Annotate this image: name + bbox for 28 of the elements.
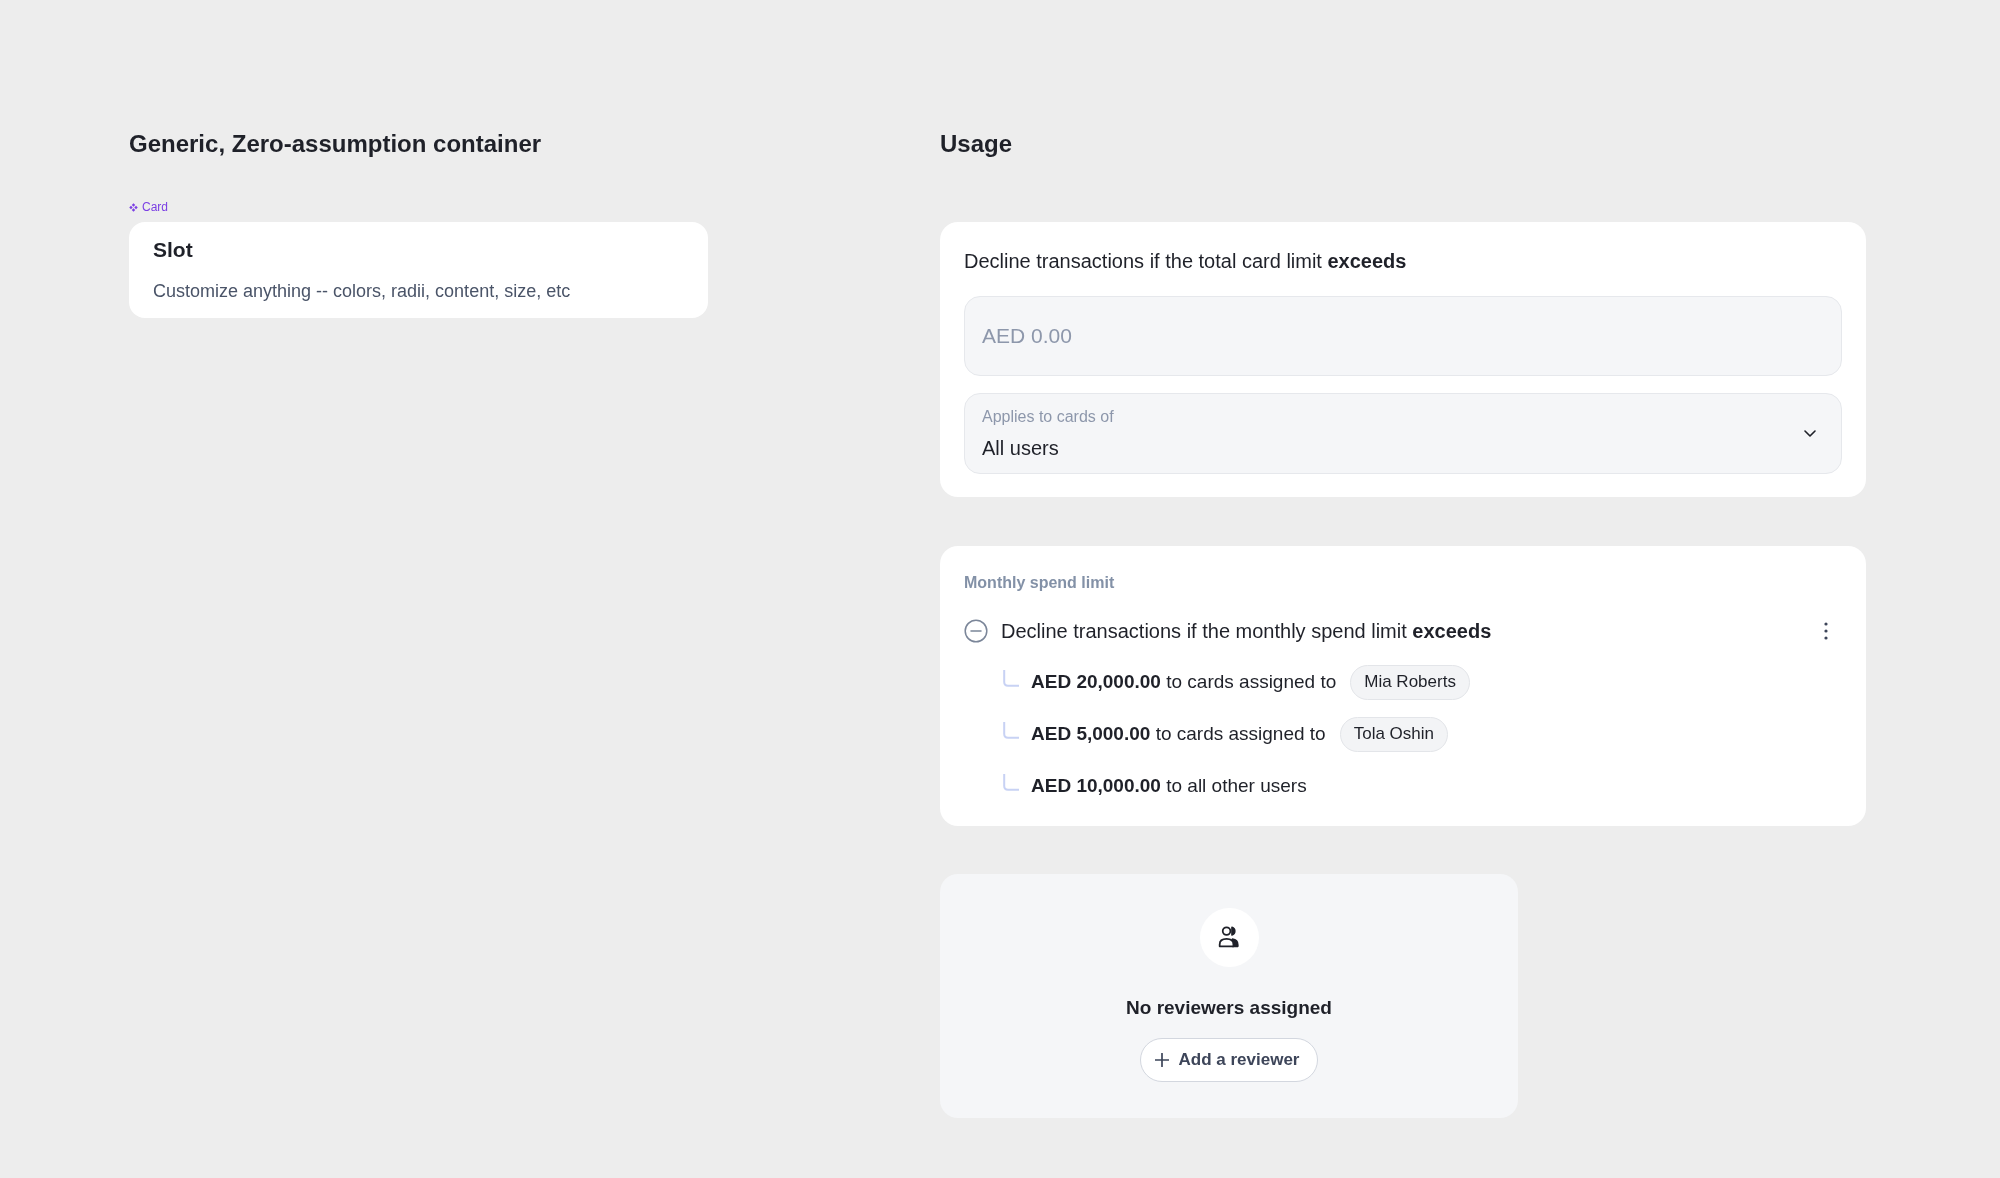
dropdown-field[interactable]: Applies to cards of All users	[964, 393, 1842, 474]
kebab-menu-icon[interactable]	[1824, 622, 1828, 640]
section-label: Monthly spend limit	[964, 573, 1116, 593]
assignee-chip[interactable]: Tola Oshin	[1339, 716, 1448, 752]
field-value: All users	[982, 435, 1059, 461]
card-description: Customize anything -- colors, radii, content, size, etc	[153, 280, 572, 303]
tree-branch-icon	[1003, 669, 1019, 687]
four-diamonds-icon	[129, 202, 138, 212]
chevron-down-icon[interactable]	[1804, 430, 1816, 437]
add-reviewer-button[interactable]: Add a reviewer	[1139, 1038, 1319, 1082]
section-heading: Generic, Zero-assumption container	[129, 129, 543, 159]
tree-branch-icon	[1003, 773, 1019, 791]
tree-branch-icon	[1003, 721, 1019, 739]
rule-text: Decline transactions if the monthly spend limit exceeds	[1001, 619, 1492, 644]
card-title: Slot	[153, 237, 194, 263]
empty-state-message: No reviewers assigned	[1126, 996, 1332, 1020]
assignee-chip[interactable]: Mia Roberts	[1350, 664, 1470, 700]
people-icon	[1199, 908, 1259, 967]
amount-input[interactable]: AED 0.00	[964, 296, 1842, 376]
field-label: Applies to cards of	[982, 406, 1114, 427]
limit-text: AED 5,000.00 to cards assigned to	[1031, 722, 1326, 746]
limit-text: AED 10,000.00 to all other users	[1031, 774, 1307, 798]
limit-prompt: Decline transactions if the total card limit exceeds	[964, 249, 1408, 274]
plus-icon	[1154, 1053, 1169, 1067]
limit-text: AED 20,000.00 to cards assigned to	[1031, 670, 1337, 694]
component-tag: Card	[142, 199, 168, 215]
section-heading: Usage	[940, 129, 1014, 159]
minus-circle-icon[interactable]	[964, 619, 988, 643]
